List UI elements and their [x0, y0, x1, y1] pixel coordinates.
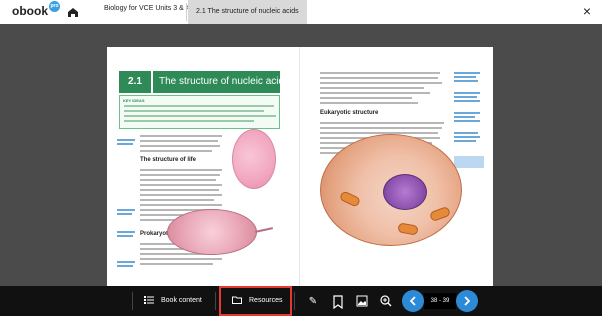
next-page-button[interactable]	[456, 290, 478, 312]
logo-badge: pro	[49, 1, 60, 12]
resource-link-box[interactable]	[454, 156, 484, 168]
book-page-left: 2.1 The structure of nucleic acids KEY I…	[107, 47, 300, 293]
heading-structure-of-life: The structure of life	[140, 157, 197, 163]
close-icon[interactable]: ×	[580, 4, 594, 18]
reader-stage: 2.1 The structure of nucleic acids KEY I…	[0, 24, 602, 293]
page-navigation: 38 - 39	[402, 290, 478, 312]
chevron-right-icon	[464, 296, 471, 306]
top-bar: obook pro Biology for VCE Units 3 & 4 2.1…	[0, 0, 602, 25]
breadcrumb[interactable]: Biology for VCE Units 3 & 4	[104, 5, 190, 12]
toolbar-divider	[132, 292, 133, 310]
bookmark-icon[interactable]	[331, 295, 345, 310]
logo-text: obook	[12, 4, 48, 18]
section-number: 2.1	[119, 71, 151, 93]
book-content-button[interactable]: Book content	[144, 292, 202, 310]
resources-highlight	[219, 286, 292, 316]
prokaryotic-cell-image[interactable]	[167, 209, 257, 255]
flagellum	[254, 227, 274, 233]
chevron-left-icon	[409, 296, 416, 306]
toolbar-divider	[215, 292, 216, 310]
key-ideas-heading: KEY IDEAS	[123, 98, 145, 103]
page-indicator[interactable]: 38 - 39	[424, 293, 456, 309]
section-title: The structure of nucleic acids	[153, 71, 280, 93]
bottom-toolbar: Book content Resources ✎	[0, 286, 602, 316]
previous-page-button[interactable]	[402, 290, 424, 312]
plant-cell-image[interactable]	[232, 129, 276, 189]
tab-active-topic[interactable]: 2.1 The structure of nucleic acids	[188, 0, 307, 24]
book-content-label: Book content	[161, 297, 202, 304]
zoom-in-icon[interactable]	[379, 295, 393, 309]
home-icon[interactable]	[66, 5, 80, 19]
image-icon[interactable]	[355, 295, 369, 309]
list-icon	[144, 295, 154, 305]
edit-icon[interactable]: ✎	[306, 295, 320, 309]
cell-nucleus	[383, 174, 427, 210]
toolbar-divider	[294, 292, 295, 310]
key-ideas-box: KEY IDEAS	[119, 95, 280, 129]
breadcrumb-divider	[186, 3, 187, 21]
obook-logo[interactable]: obook pro	[12, 1, 60, 18]
heading-eukaryotic: Eukaryotic structure	[320, 110, 379, 116]
